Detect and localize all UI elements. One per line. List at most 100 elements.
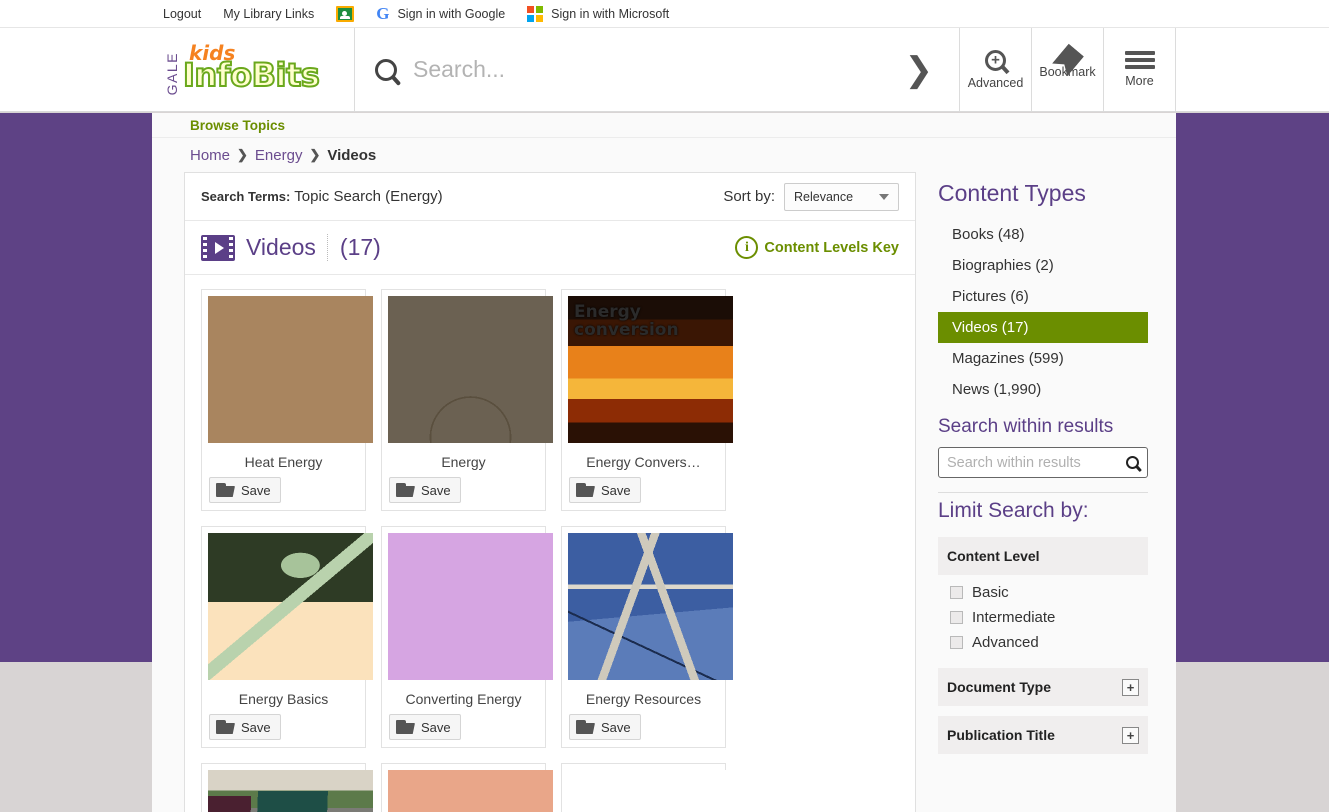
search-terms-value: Topic Search (Energy): [294, 188, 443, 205]
result-card[interactable]: Energy conversion Energy Convers… Save: [561, 289, 733, 511]
browse-topics-link[interactable]: Browse Topics: [190, 118, 285, 133]
facet-option-label: Intermediate: [972, 609, 1056, 626]
result-title[interactable]: Heat Energy: [209, 454, 358, 470]
google-classroom-button[interactable]: [336, 5, 355, 22]
content-type-item[interactable]: Biographies (2): [938, 250, 1148, 281]
result-card[interactable]: Energy Basics Save: [201, 526, 373, 748]
checkbox[interactable]: [950, 636, 963, 649]
facet-option-label: Basic: [972, 584, 1009, 601]
content-type-item[interactable]: Videos (17): [938, 312, 1148, 343]
facet-option-row[interactable]: Basic: [950, 584, 1148, 601]
facet-option-row[interactable]: Intermediate: [950, 609, 1148, 626]
logo-home-link[interactable]: GALE kids InfoBits: [152, 28, 355, 111]
save-button[interactable]: Save: [389, 477, 461, 503]
search-bar: ❯: [355, 28, 960, 111]
result-card[interactable]: Energy Resources Save: [561, 526, 733, 748]
logout-link[interactable]: Logout: [163, 7, 201, 21]
result-thumbnail[interactable]: [208, 533, 373, 680]
header-spacer: [1176, 28, 1329, 111]
page-content: Browse Topics Home ❯ Energy ❯ Videos Sea…: [152, 113, 1176, 812]
result-card[interactable]: Save: [561, 763, 733, 812]
result-thumbnail[interactable]: [388, 533, 553, 680]
result-card[interactable]: Measuring Heat…Save: [381, 763, 553, 812]
save-label: Save: [601, 482, 631, 498]
result-thumbnail[interactable]: [568, 533, 733, 680]
search-terms-row: Search Terms: Topic Search (Energy) Sort…: [185, 173, 915, 221]
content-types-title: Content Types: [938, 180, 1086, 206]
folder-icon: [396, 483, 415, 497]
facet-spacer: [938, 706, 1148, 716]
result-card[interactable]: Heat Energy Save: [201, 289, 373, 511]
save-button[interactable]: Save: [209, 477, 281, 503]
save-button[interactable]: Save: [569, 714, 641, 740]
section-title-group: Videos (17): [201, 234, 381, 261]
result-title[interactable]: Converting Energy: [389, 691, 538, 707]
sign-in-microsoft-button[interactable]: Sign in with Microsoft: [527, 5, 669, 22]
facet-header[interactable]: Content Level: [938, 537, 1148, 575]
folder-icon: [216, 483, 235, 497]
facet-header[interactable]: Publication Title +: [938, 716, 1148, 754]
sort-control: Sort by: Relevance: [723, 182, 899, 211]
save-label: Save: [601, 719, 631, 735]
save-label: Save: [241, 482, 271, 498]
content-type-item[interactable]: Books (48): [938, 219, 1148, 250]
breadcrumb-home[interactable]: Home: [190, 147, 230, 164]
bookmark-button[interactable]: Bookmark: [1032, 28, 1104, 111]
my-library-links[interactable]: My Library Links: [223, 7, 314, 21]
logo-infobits-text: InfoBits: [182, 55, 321, 94]
result-card[interactable]: Converting Energy Save: [381, 526, 553, 748]
search-within-results-box: [938, 447, 1148, 478]
expand-facet-icon[interactable]: +: [1122, 678, 1139, 696]
content-levels-key-label: Content Levels Key: [764, 239, 899, 256]
save-button[interactable]: Save: [569, 477, 641, 503]
save-label: Save: [421, 719, 451, 735]
facets-sidebar: Content Types Books (48) Biographies (2) P…: [938, 172, 1148, 812]
facet-spacer: [938, 754, 1148, 764]
result-thumbnail[interactable]: [388, 296, 553, 443]
facet-option-row[interactable]: Advanced: [950, 634, 1148, 651]
checkbox[interactable]: [950, 611, 963, 624]
result-thumbnail[interactable]: Energy conversion: [568, 296, 733, 443]
save-button[interactable]: Save: [389, 714, 461, 740]
result-card[interactable]: What is Energy?Save: [201, 763, 373, 812]
content-type-item[interactable]: Pictures (6): [938, 281, 1148, 312]
content-type-item[interactable]: Magazines (599): [938, 343, 1148, 374]
facet-name: Document Type: [947, 679, 1051, 695]
chevron-right-icon: ❯: [237, 147, 248, 162]
facet-name: Content Level: [947, 548, 1040, 564]
limit-search-title: Limit Search by:: [938, 499, 1089, 522]
search-input[interactable]: [411, 55, 895, 84]
sort-select[interactable]: Relevance: [784, 182, 899, 211]
result-title[interactable]: Energy Resources: [569, 691, 718, 707]
browse-topics-bar: Browse Topics: [152, 113, 1176, 138]
checkbox[interactable]: [950, 586, 963, 599]
save-button[interactable]: Save: [209, 714, 281, 740]
result-title[interactable]: Energy Convers…: [569, 454, 718, 470]
search-terms: Search Terms: Topic Search (Energy): [201, 188, 443, 205]
sign-in-google-button[interactable]: G Sign in with Google: [376, 5, 505, 22]
facet-header[interactable]: Document Type +: [938, 668, 1148, 706]
result-title[interactable]: Energy: [389, 454, 538, 470]
more-menu-button[interactable]: More: [1104, 28, 1176, 111]
content-levels-key-button[interactable]: i Content Levels Key: [735, 236, 899, 259]
expand-facet-icon[interactable]: +: [1122, 726, 1139, 744]
advanced-search-button[interactable]: Advanced: [960, 28, 1032, 111]
results-panel: Search Terms: Topic Search (Energy) Sort…: [184, 172, 916, 812]
result-thumbnail[interactable]: [388, 770, 553, 812]
folder-icon: [396, 720, 415, 734]
search-submit-button[interactable]: ❯: [895, 53, 944, 87]
result-card[interactable]: Energy Save: [381, 289, 553, 511]
result-thumbnail[interactable]: [208, 770, 373, 812]
result-thumbnail[interactable]: [208, 296, 373, 443]
search-within-input[interactable]: [945, 453, 1122, 472]
google-classroom-icon: [336, 5, 355, 22]
breadcrumb-current: Videos: [327, 146, 377, 164]
result-thumbnail[interactable]: [568, 770, 733, 812]
search-icon[interactable]: [1126, 456, 1139, 469]
breadcrumb-energy[interactable]: Energy: [255, 147, 303, 164]
sort-selected-value: Relevance: [794, 189, 854, 204]
section-title: Videos: [246, 234, 316, 260]
logo-gale-text: GALE: [164, 51, 180, 96]
result-title[interactable]: Energy Basics: [209, 691, 358, 707]
content-type-item[interactable]: News (1,990): [938, 374, 1148, 405]
